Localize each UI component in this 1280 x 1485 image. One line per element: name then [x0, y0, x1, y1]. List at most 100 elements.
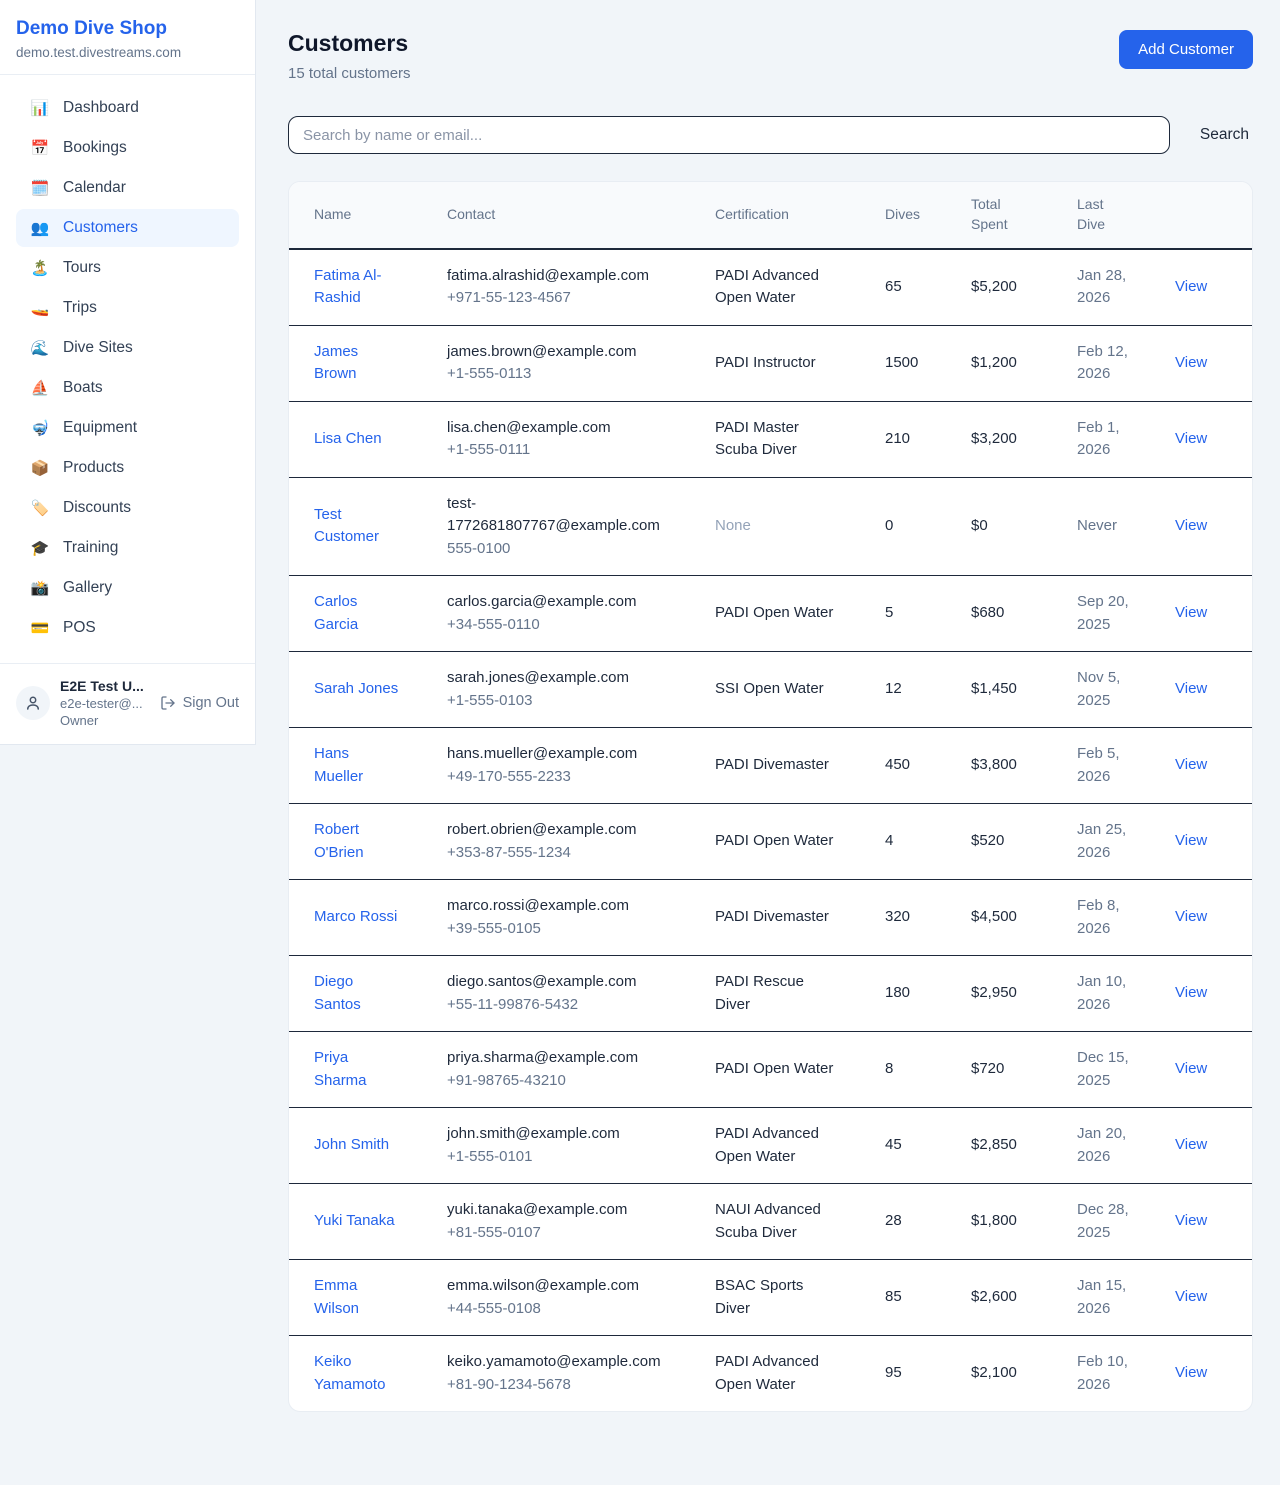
table-row: Marco Rossi marco.rossi@example.com +39-…	[289, 880, 1252, 956]
table-row: Fatima Al-Rashid fatima.alrashid@example…	[289, 249, 1252, 326]
search-input[interactable]	[288, 116, 1170, 154]
sidebar-item-label: Tours	[63, 259, 101, 277]
view-customer-link[interactable]: View	[1175, 1136, 1207, 1153]
sign-out-button[interactable]: Sign Out	[160, 695, 239, 711]
customer-name-link[interactable]: Marco Rossi	[314, 906, 397, 929]
view-customer-link[interactable]: View	[1175, 832, 1207, 849]
sidebar-item-training[interactable]: 🎓 Training	[16, 529, 239, 567]
customer-name-link[interactable]: Carlos Garcia	[314, 591, 400, 636]
customers-icon: 👥	[30, 219, 50, 237]
sidebar-item-dashboard[interactable]: 📊 Dashboard	[16, 89, 239, 127]
customer-name-link[interactable]: John Smith	[314, 1134, 389, 1157]
sidebar-item-customers[interactable]: 👥 Customers	[16, 209, 239, 247]
sidebar-item-trips[interactable]: 🚤 Trips	[16, 289, 239, 327]
view-customer-link[interactable]: View	[1175, 604, 1207, 621]
customer-last-dive: Sep 20, 2025	[1077, 591, 1139, 636]
customer-email: carlos.garcia@example.com	[447, 591, 672, 614]
customer-name-link[interactable]: Yuki Tanaka	[314, 1210, 395, 1233]
customer-name-link[interactable]: Keiko Yamamoto	[314, 1351, 400, 1396]
customer-dives: 65	[885, 278, 902, 295]
column-header: Contact	[439, 182, 707, 249]
equipment-icon: 🤿	[30, 419, 50, 437]
sidebar-item-equipment[interactable]: 🤿 Equipment	[16, 409, 239, 447]
sidebar-item-tours[interactable]: 🏝️ Tours	[16, 249, 239, 287]
table-row: Yuki Tanaka yuki.tanaka@example.com +81-…	[289, 1184, 1252, 1260]
add-customer-button[interactable]: Add Customer	[1119, 30, 1253, 69]
bookings-icon: 📅	[30, 139, 50, 157]
customer-name-link[interactable]: Priya Sharma	[314, 1047, 400, 1092]
customer-total-spent: $3,800	[971, 756, 1017, 773]
view-customer-link[interactable]: View	[1175, 1364, 1207, 1381]
dive-sites-icon: 🌊	[30, 339, 50, 357]
customer-name-link[interactable]: Test Customer	[314, 504, 400, 549]
customer-total-spent: $720	[971, 1060, 1004, 1077]
view-customer-link[interactable]: View	[1175, 278, 1207, 295]
sidebar-item-gallery[interactable]: 📸 Gallery	[16, 569, 239, 607]
customer-email: john.smith@example.com	[447, 1123, 672, 1146]
customer-total-spent: $2,600	[971, 1288, 1017, 1305]
user-section: E2E Test U... e2e-tester@... Owner Sign …	[0, 663, 255, 744]
customer-total-spent: $2,100	[971, 1364, 1017, 1381]
view-customer-link[interactable]: View	[1175, 756, 1207, 773]
sidebar-item-bookings[interactable]: 📅 Bookings	[16, 129, 239, 167]
customer-phone: +91-98765-43210	[447, 1070, 699, 1093]
customer-email: sarah.jones@example.com	[447, 667, 672, 690]
table-row: Carlos Garcia carlos.garcia@example.com …	[289, 576, 1252, 652]
customer-name-link[interactable]: James Brown	[314, 341, 400, 386]
customer-name-link[interactable]: Diego Santos	[314, 971, 400, 1016]
sidebar-item-label: Trips	[63, 299, 97, 317]
customer-name-link[interactable]: Lisa Chen	[314, 428, 382, 451]
view-customer-link[interactable]: View	[1175, 1288, 1207, 1305]
table-row: James Brown james.brown@example.com +1-5…	[289, 325, 1252, 401]
column-header: Dives	[877, 182, 963, 249]
sign-out-label: Sign Out	[183, 695, 239, 711]
customer-dives: 85	[885, 1288, 902, 1305]
shop-name-link[interactable]: Demo Dive Shop	[16, 18, 239, 40]
view-customer-link[interactable]: View	[1175, 1212, 1207, 1229]
sidebar-header: Demo Dive Shop demo.test.divestreams.com	[0, 0, 255, 75]
sidebar-item-products[interactable]: 📦 Products	[16, 449, 239, 487]
customer-certification: PADI Advanced Open Water	[715, 1351, 837, 1396]
customer-name-link[interactable]: Hans Mueller	[314, 743, 400, 788]
customer-dives: 450	[885, 756, 910, 773]
view-customer-link[interactable]: View	[1175, 984, 1207, 1001]
customer-last-dive: Jan 28, 2026	[1077, 265, 1139, 310]
sidebar-nav: 📊 Dashboard 📅 Bookings 🗓️ Calendar 👥 Cus…	[0, 75, 255, 659]
customer-dives: 8	[885, 1060, 893, 1077]
sidebar-item-calendar[interactable]: 🗓️ Calendar	[16, 169, 239, 207]
customer-certification: PADI Instructor	[715, 352, 816, 375]
table-row: John Smith john.smith@example.com +1-555…	[289, 1108, 1252, 1184]
column-header: Name	[289, 182, 439, 249]
sidebar-item-boats[interactable]: ⛵ Boats	[16, 369, 239, 407]
customer-phone: +34-555-0110	[447, 614, 699, 637]
customer-last-dive: Jan 25, 2026	[1077, 819, 1139, 864]
view-customer-link[interactable]: View	[1175, 430, 1207, 447]
total-customers-count: 15 total customers	[288, 65, 411, 82]
column-header	[1167, 182, 1252, 249]
view-customer-link[interactable]: View	[1175, 354, 1207, 371]
customer-name-link[interactable]: Robert O'Brien	[314, 819, 400, 864]
customer-certification: PADI Open Water	[715, 1058, 833, 1081]
sidebar-item-label: Dive Sites	[63, 339, 133, 357]
tours-icon: 🏝️	[30, 259, 50, 277]
customer-name-link[interactable]: Fatima Al-Rashid	[314, 265, 400, 310]
customer-dives: 0	[885, 517, 893, 534]
sidebar-item-discounts[interactable]: 🏷️ Discounts	[16, 489, 239, 527]
user-role: Owner	[60, 713, 150, 728]
customer-total-spent: $5,200	[971, 278, 1017, 295]
sidebar-item-label: Gallery	[63, 579, 112, 597]
view-customer-link[interactable]: View	[1175, 1060, 1207, 1077]
customer-name-link[interactable]: Sarah Jones	[314, 678, 398, 701]
view-customer-link[interactable]: View	[1175, 908, 1207, 925]
view-customer-link[interactable]: View	[1175, 517, 1207, 534]
customer-last-dive: Never	[1077, 515, 1117, 538]
view-customer-link[interactable]: View	[1175, 680, 1207, 697]
customer-email: test-1772681807767@example.com	[447, 493, 672, 538]
sidebar-item-pos[interactable]: 💳 POS	[16, 609, 239, 647]
customer-total-spent: $1,450	[971, 680, 1017, 697]
customer-certification: PADI Advanced Open Water	[715, 265, 837, 310]
search-button[interactable]: Search	[1196, 118, 1253, 152]
table-row: Emma Wilson emma.wilson@example.com +44-…	[289, 1260, 1252, 1336]
sidebar-item-dive-sites[interactable]: 🌊 Dive Sites	[16, 329, 239, 367]
customer-name-link[interactable]: Emma Wilson	[314, 1275, 400, 1320]
